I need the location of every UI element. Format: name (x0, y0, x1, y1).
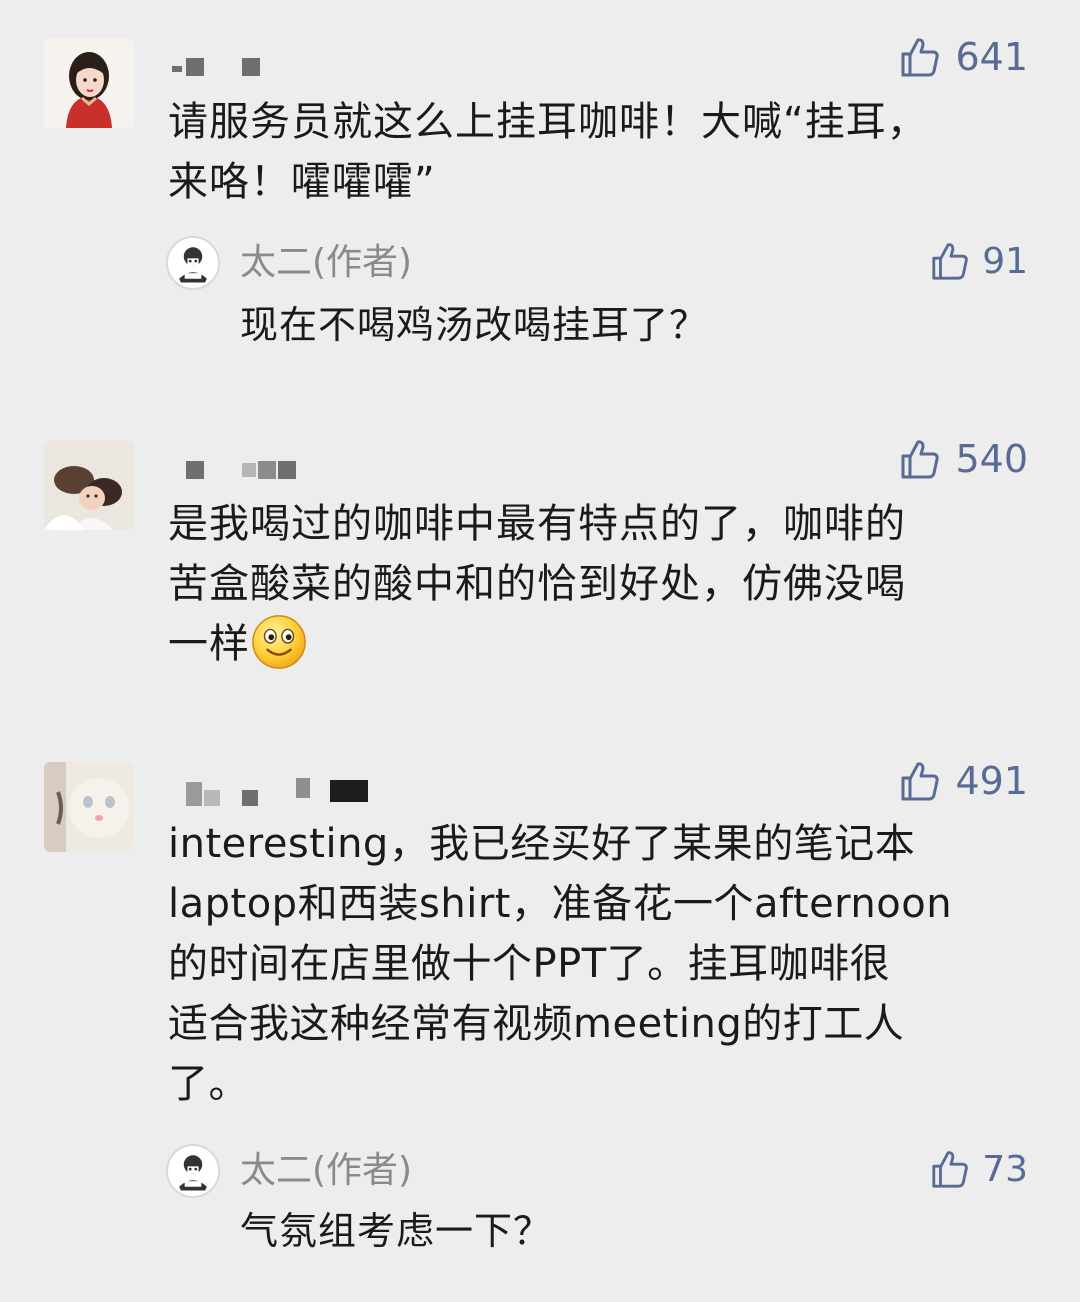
reply-author-name: 太二(作者) (240, 242, 413, 283)
reply-text: 气氛组考虑一下？ (240, 1209, 553, 1253)
like-button[interactable]: 540 (899, 434, 1028, 484)
reply-like-count: 73 (982, 1148, 1028, 1190)
like-count: 641 (955, 35, 1028, 79)
like-count: 491 (955, 759, 1028, 803)
smile-emoji (252, 615, 306, 669)
thumbs-up-icon (901, 38, 940, 77)
author-avatar[interactable] (166, 236, 220, 290)
thumbs-up-icon (901, 440, 940, 479)
author-avatar-illustration (168, 1146, 218, 1196)
masked-nickname (168, 776, 408, 810)
avatar-illustration (44, 38, 134, 128)
avatar-photo (44, 762, 134, 852)
comment-text: 是我喝过的咖啡中最有特点的了，咖啡的 苦盒酸菜的酸中和的恰到好处，仿佛没喝 一样 (168, 494, 1038, 674)
comment-text: interesting，我已经买好了某果的笔记本 laptop和西装shirt，… (168, 821, 953, 1107)
like-count: 540 (955, 437, 1028, 481)
reply-like-button[interactable]: 73 (930, 1144, 1028, 1194)
reply-author-name: 太二(作者) (240, 1150, 413, 1191)
avatar-photo (44, 440, 134, 530)
user-avatar[interactable] (44, 440, 134, 530)
user-avatar[interactable] (44, 762, 134, 852)
author-avatar-illustration (168, 238, 218, 288)
reply-like-button[interactable]: 91 (930, 236, 1028, 286)
like-button[interactable]: 641 (899, 32, 1028, 82)
masked-nickname (168, 455, 408, 489)
user-avatar[interactable] (44, 38, 134, 128)
reply-text: 现在不喝鸡汤改喝挂耳了？ (240, 303, 709, 347)
like-button[interactable]: 491 (899, 756, 1028, 806)
thumbs-up-icon (932, 243, 968, 280)
thumbs-up-icon (901, 762, 940, 801)
reply-like-count: 91 (982, 240, 1028, 282)
masked-nickname (168, 52, 408, 86)
thumbs-up-icon (932, 1151, 968, 1188)
author-avatar[interactable] (166, 1144, 220, 1198)
comment-text: 请服务员就这么上挂耳咖啡！大喊“挂耳， 来咯！嚯嚯嚯” (168, 99, 928, 205)
